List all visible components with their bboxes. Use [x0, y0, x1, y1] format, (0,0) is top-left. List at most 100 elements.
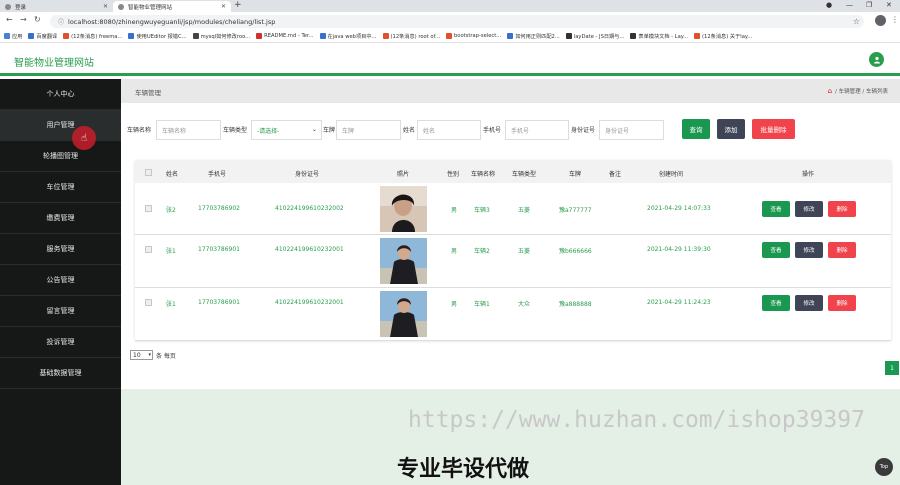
view-button[interactable]: 查看 [762, 201, 790, 217]
edit-button[interactable]: 修改 [795, 201, 823, 217]
cell-phone: 17703786901 [198, 246, 240, 253]
row-checkbox[interactable] [145, 246, 152, 253]
bookmark-icon [445, 33, 452, 39]
batch-delete-button[interactable]: 批量删除 [752, 119, 795, 139]
column-header: 车辆名称 [471, 171, 496, 178]
sidebar-item-users[interactable]: 用户管理 [0, 110, 121, 141]
sidebar-item-parking[interactable]: 车位管理 [0, 172, 121, 203]
vehicle-table: 姓名 手机号 身份证号 照片 性别 车辆名称 车辆类型 车牌 备注 创建时间 操… [135, 161, 891, 341]
plate-input[interactable]: 车牌 [336, 120, 401, 140]
minimize-icon[interactable]: — [846, 1, 853, 9]
view-button[interactable]: 查看 [762, 295, 790, 311]
sidebar-item-services[interactable]: 服务管理 [0, 234, 121, 265]
bookmark-icon [192, 33, 199, 39]
label-idcard: 身份证号 [571, 127, 596, 134]
close-icon[interactable]: ✕ [103, 3, 108, 10]
cell-car-type: 五菱 [518, 248, 531, 255]
page-size-select[interactable]: 10 ▾ [130, 350, 153, 360]
home-icon[interactable]: ⌂ [828, 87, 832, 95]
column-header: 手机号 [208, 171, 227, 178]
delete-button[interactable]: 删除 [828, 242, 856, 258]
forward-icon[interactable]: → [20, 15, 27, 24]
bookmark-item[interactable]: README.md - Ter... [256, 33, 314, 39]
profile-icon[interactable]: ● [826, 1, 832, 9]
bookmark-item[interactable]: 使用UEditor 报错C... [128, 33, 187, 40]
bookmark-item[interactable]: 表单模块文档 - Lay... [630, 33, 688, 40]
maximize-icon[interactable]: ❐ [866, 1, 872, 9]
column-header: 创建时间 [659, 171, 684, 178]
tab-label: 智能物业管理网站 [128, 4, 173, 11]
bookmark-item[interactable]: 应用 [4, 33, 22, 40]
reload-icon[interactable]: ↻ [34, 15, 41, 24]
delete-button[interactable]: 删除 [828, 201, 856, 217]
label-car-name: 车辆名称 [127, 127, 152, 134]
car-name-input[interactable]: 车辆名称 [156, 120, 221, 140]
sidebar-item-payments[interactable]: 缴费管理 [0, 203, 121, 234]
sidebar-item-messages[interactable]: 留言管理 [0, 296, 121, 327]
edit-button[interactable]: 修改 [795, 242, 823, 258]
browser-tab-active[interactable]: 智能物业管理网站 ✕ [113, 1, 231, 12]
select-all-checkbox[interactable] [145, 169, 152, 176]
watermark-slogan: 专业毕设代做 [397, 457, 530, 482]
bookmark-item[interactable]: 在java web项目中... [319, 33, 377, 40]
sidebar-item-profile[interactable]: 个人中心 [0, 79, 121, 110]
cell-gender: 男 [451, 301, 458, 308]
app-title: 智能物业管理网站 [14, 58, 94, 69]
sidebar-item-complaints[interactable]: 投诉管理 [0, 327, 121, 358]
browser-tab-login[interactable]: 登录 ✕ [0, 1, 113, 12]
bookmark-item[interactable]: bootstrap-select... [445, 33, 501, 39]
back-to-top-button[interactable]: Top [875, 458, 893, 476]
label-plate: 车牌 [323, 127, 336, 134]
table-row: 张1 17703786901 410224199610232001 男 车辆1 … [135, 289, 891, 341]
car-type-select[interactable]: -请选择- ⌄ [251, 120, 322, 140]
bookmark-icon [63, 33, 70, 39]
sidebar-item-carousel[interactable]: 轮播图管理 [0, 141, 121, 172]
close-icon[interactable]: ✕ [221, 3, 226, 10]
apps-icon [4, 33, 10, 39]
bookmark-item[interactable]: 百度翻译 [28, 33, 57, 40]
cell-car-name: 车辆1 [474, 301, 490, 308]
sidebar-item-basedata[interactable]: 基础数据管理 [0, 358, 121, 389]
bookmark-icon [565, 33, 572, 39]
bookmark-item[interactable]: (12条消息) root of... [382, 33, 440, 40]
star-icon[interactable]: ☆ [853, 17, 860, 26]
phone-input[interactable]: 手机号 [505, 120, 569, 140]
cell-name: 张1 [166, 248, 176, 255]
column-header: 备注 [609, 171, 622, 178]
bookmark-item[interactable]: layDate - JS日期与... [565, 33, 624, 40]
name-input[interactable]: 姓名 [417, 120, 481, 140]
app-header: 智能物业管理网站 [0, 43, 900, 76]
bookmark-icon [630, 33, 637, 39]
info-icon: ⓘ [58, 19, 65, 26]
query-button[interactable]: 查询 [682, 119, 710, 139]
delete-button[interactable]: 删除 [828, 295, 856, 311]
bookmark-icon [256, 33, 263, 39]
account-icon[interactable] [875, 15, 886, 26]
chevron-down-icon: ▾ [148, 352, 151, 358]
bookmark-item[interactable]: mysql如何修改roo... [192, 33, 250, 40]
sidebar-item-notices[interactable]: 公告管理 [0, 265, 121, 296]
idcard-input[interactable]: 身份证号 [599, 120, 664, 140]
edit-button[interactable]: 修改 [795, 295, 823, 311]
url-field[interactable]: ⓘ localhost:8080/zhinengwuyeguanli/jsp/m… [50, 15, 864, 28]
page-button-current[interactable]: 1 [885, 361, 899, 375]
watermark-url: https://www.huzhan.com/ishop39397 [408, 407, 865, 433]
new-tab-icon[interactable]: + [234, 0, 242, 10]
row-checkbox[interactable] [145, 205, 152, 212]
bookmark-item[interactable]: (12条消息) 关于lay... [694, 33, 752, 40]
bookmark-item[interactable]: (12条消息) freema... [63, 33, 122, 40]
cell-idcard: 410224199610232001 [275, 246, 344, 253]
cell-car-name: 车辆3 [474, 207, 490, 214]
menu-icon[interactable]: ⋮ [891, 15, 899, 24]
add-button[interactable]: 添加 [717, 119, 745, 139]
back-icon[interactable]: ← [6, 15, 13, 24]
label-phone: 手机号 [483, 127, 502, 134]
view-button[interactable]: 查看 [762, 242, 790, 258]
bookmark-icon [507, 33, 514, 39]
row-checkbox[interactable] [145, 299, 152, 306]
window-close-icon[interactable]: ✕ [886, 1, 892, 9]
globe-icon [118, 3, 124, 10]
bookmark-item[interactable]: 如何用正则匹配2... [507, 33, 560, 40]
user-icon[interactable] [869, 52, 884, 67]
table-row: 张2 17703786902 410224199610232002 男 车辆3 … [135, 183, 891, 235]
